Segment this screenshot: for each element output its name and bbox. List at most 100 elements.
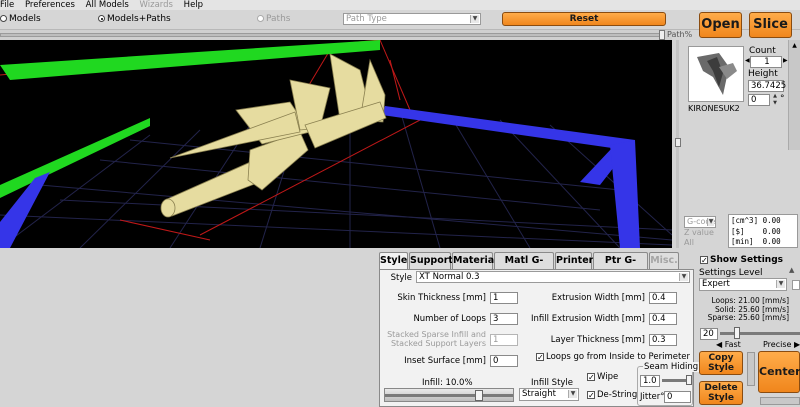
reset-button[interactable]: Reset (502, 12, 666, 26)
rotation-input[interactable]: 0 (748, 94, 770, 106)
stat-value: 0.00 (762, 237, 781, 246)
count-decrement-icon[interactable]: ◀ (745, 57, 750, 64)
extrusion-width-input[interactable]: 0.4 (649, 292, 677, 304)
checkmark-icon: ✓ (536, 353, 544, 362)
skin-thickness-input[interactable]: 1 (490, 292, 518, 304)
layer-thickness-input[interactable]: 0.3 (649, 334, 677, 346)
speed-slider-track[interactable] (720, 332, 800, 335)
scroll-up-icon[interactable]: ▲ (789, 266, 794, 274)
count-input[interactable]: 1 (750, 56, 782, 68)
chevron-down-icon: ▼ (679, 273, 688, 281)
stacked-layers-label: Stacked Sparse Infill and Stacked Support… (384, 330, 486, 348)
gcode-select[interactable]: G-code ▼ (684, 216, 716, 228)
bottom-scrollbar[interactable] (760, 397, 800, 405)
infill-style-select[interactable]: Straight ▼ (519, 388, 579, 401)
destring-label: De-String (597, 390, 638, 400)
count-increment-icon[interactable]: ▶ (783, 57, 788, 64)
model-list-scrollbar[interactable]: ▲ (788, 40, 800, 150)
wipe-checkbox[interactable]: ✓ Wipe (587, 372, 618, 382)
model-thumbnail-icon (697, 53, 737, 95)
chevron-down-icon: ▼ (470, 15, 479, 23)
radio-models[interactable]: Models (0, 14, 41, 24)
stacked-label-line1: Stacked Sparse Infill and (387, 330, 486, 339)
model-thumbnail[interactable] (688, 46, 744, 102)
speed-value-input[interactable]: 20 (700, 328, 718, 340)
open-label: Open (701, 17, 740, 32)
radio-paths[interactable]: Paths (257, 14, 290, 24)
3d-scene (0, 40, 672, 248)
rotation-spinner-icon[interactable]: ▲ ▼ (771, 93, 779, 107)
menu-all-models[interactable]: All Models (86, 0, 129, 10)
checkmark-icon: ✓ (587, 373, 595, 382)
path-type-select[interactable]: Path Type ▼ (343, 13, 481, 25)
slice-button[interactable]: Slice (749, 12, 792, 38)
extrusion-width-value: 0.4 (652, 293, 666, 303)
radio-icon (0, 15, 7, 22)
path-percent-slider-thumb[interactable] (659, 30, 665, 40)
tab-printer[interactable]: Printer (555, 252, 593, 269)
tab-matl-gcode[interactable]: Matl G-code (494, 252, 554, 282)
stat-cost: [$] 0.00 (731, 227, 795, 238)
copy-style-button[interactable]: Copy Style (699, 351, 743, 375)
checkmark-icon: ✓ (700, 256, 708, 265)
radio-models-paths[interactable]: Models+Paths (98, 14, 171, 24)
3d-viewport[interactable] (0, 40, 672, 248)
arrow-right-icon: ▶ (791, 340, 800, 349)
count-label: Count (749, 46, 776, 56)
infill-slider-thumb[interactable] (475, 390, 483, 401)
precise-label: Precise ▶ (763, 340, 800, 349)
infill-style-label: Infill Style (531, 378, 574, 388)
settings-side-field[interactable] (792, 280, 800, 290)
number-of-loops-input[interactable]: 3 (490, 313, 518, 325)
jitter-input[interactable]: 0 (664, 391, 691, 403)
menu-file[interactable]: File (0, 0, 14, 10)
center-button[interactable]: Center (758, 351, 800, 393)
toolbar: Models Models+Paths Paths Path Type ▼ Res… (0, 10, 800, 38)
infill-extrusion-width-value: 0.4 (652, 314, 666, 324)
style-select[interactable]: XT Normal 0.3 ▼ (416, 271, 690, 283)
stacked-label-line2: Stacked Support Layers (390, 339, 486, 348)
delete-style-button[interactable]: Delete Style (699, 381, 743, 405)
number-of-loops-value: 3 (493, 314, 499, 324)
menu-preferences[interactable]: Preferences (25, 0, 75, 10)
show-settings-checkbox[interactable]: ✓ Show Settings (700, 255, 783, 265)
height-input[interactable]: 36.7425 (748, 80, 786, 92)
slice-label: Slice (753, 17, 788, 32)
infill-extrusion-width-input[interactable]: 0.4 (649, 313, 677, 325)
inset-surface-input[interactable]: 0 (490, 355, 518, 367)
tab-support[interactable]: Support (409, 252, 453, 269)
tab-style[interactable]: Style (379, 252, 408, 269)
path-percent-label: Path% (667, 30, 693, 39)
settings-scrollbar[interactable] (747, 352, 755, 386)
open-button[interactable]: Open (699, 12, 742, 38)
infill-slider[interactable] (384, 388, 514, 402)
number-of-loops-label: Number of Loops (413, 314, 486, 324)
loops-inside-checkbox[interactable]: ✓ Loops go from Inside to Perimeter (536, 352, 690, 362)
destring-checkbox[interactable]: ✓ De-String (587, 390, 637, 400)
z-slider-thumb[interactable] (675, 138, 681, 147)
stat-volume: [cm^3] 0.00 (731, 216, 795, 227)
tab-label: Support (410, 255, 453, 266)
arrow-left-icon: ◀ (716, 340, 725, 349)
inset-surface-label: Inset Surface [mm] (404, 356, 486, 366)
menu-bar: File Preferences All Models Wizards Help (0, 0, 800, 10)
path-percent-slider-track[interactable] (0, 33, 660, 37)
seam-slider-thumb[interactable] (686, 375, 692, 385)
tab-material[interactable]: Material (452, 252, 497, 269)
speed-slider-thumb[interactable] (734, 327, 740, 339)
settings-level-label: Settings Level (699, 268, 763, 278)
chevron-down-icon: ▼ (776, 280, 785, 288)
jitter-label: Jitter° (640, 392, 665, 402)
delete-style-label-1: Delete (704, 383, 738, 393)
tab-ptr-gcode[interactable]: Ptr G-code (593, 252, 648, 282)
scroll-up-icon[interactable]: ▲ (789, 42, 800, 50)
all-label: All (684, 238, 694, 247)
model-panel: KIRONESUK2 Count 1 ◀ ▶ Height 36.7425 0 … (672, 40, 800, 248)
seam-value-input[interactable]: 1.0 (640, 375, 660, 387)
fast-label: ◀ Fast (716, 340, 741, 349)
jitter-value: 0 (667, 392, 673, 402)
settings-level-select[interactable]: Expert ▼ (699, 278, 787, 291)
tab-label: Misc. (650, 255, 678, 266)
count-value: 1 (764, 57, 770, 67)
menu-help[interactable]: Help (184, 0, 203, 10)
